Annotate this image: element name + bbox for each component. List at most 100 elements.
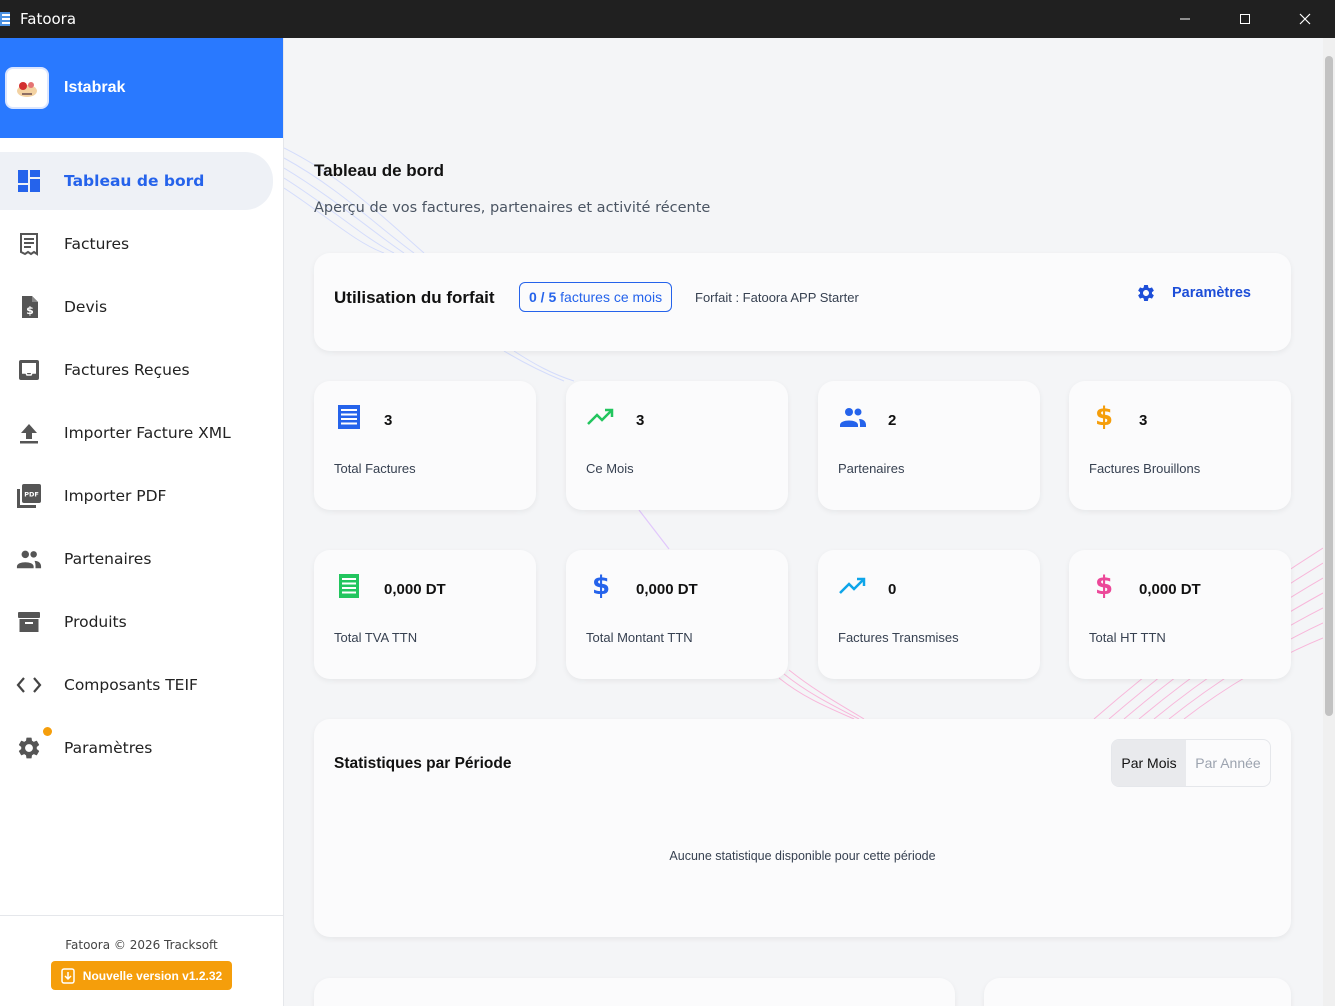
plan-usage-count: 0 / 5: [529, 289, 557, 305]
close-icon: [1299, 13, 1311, 25]
stat-label: Ce Mois: [586, 461, 634, 476]
stat-card-ce-mois: 3 Ce Mois: [566, 381, 788, 510]
stat-card-factures-brouillons: $ 3 Factures Brouillons: [1069, 381, 1291, 510]
sidebar-item-factures-recues[interactable]: Factures Reçues: [0, 341, 273, 399]
stat-value: 3: [636, 412, 645, 429]
update-version-label: Nouvelle version v1.2.32: [82, 968, 223, 983]
stat-label: Total Montant TTN: [586, 630, 693, 645]
company-logo: [5, 67, 49, 109]
stat-value: 3: [1139, 412, 1148, 429]
period-statistics-title: Statistiques par Période: [334, 755, 512, 772]
pdf-icon: PDF: [16, 483, 42, 509]
period-statistics-card: Statistiques par Période Par Mois Par An…: [314, 719, 1291, 937]
window-title: Fatoora: [20, 10, 77, 28]
people-icon: [839, 403, 867, 431]
sidebar-header: Istabrak: [0, 38, 283, 138]
sidebar-item-label: Devis: [64, 298, 108, 316]
quote-document-icon: $: [16, 294, 42, 320]
dollar-icon: $: [591, 571, 611, 601]
bottom-card: [314, 978, 955, 1006]
period-toggle: Par Mois Par Année: [1111, 739, 1271, 787]
update-version-button[interactable]: Nouvelle version v1.2.32: [50, 961, 233, 990]
trending-up-icon: [839, 572, 867, 600]
minimize-button[interactable]: [1155, 0, 1215, 38]
close-button[interactable]: [1275, 0, 1335, 38]
download-icon: [61, 967, 75, 984]
main-scrollbar[interactable]: [1323, 38, 1335, 1006]
sidebar-item-label: Produits: [64, 613, 127, 631]
list-document-icon: [335, 403, 363, 431]
sidebar-item-tableau-de-bord[interactable]: Tableau de bord: [0, 152, 273, 210]
stat-label: Partenaires: [838, 461, 905, 476]
toggle-par-mois[interactable]: Par Mois: [1112, 740, 1186, 786]
stat-label: Factures Brouillons: [1089, 461, 1201, 476]
toggle-par-annee[interactable]: Par Année: [1186, 740, 1270, 786]
sidebar-item-importer-xml[interactable]: Importer Facture XML: [0, 404, 273, 462]
stat-label: Total HT TTN: [1089, 630, 1166, 645]
sidebar-item-parametres[interactable]: Paramètres: [0, 719, 273, 777]
stat-value: 0: [888, 581, 897, 598]
minimize-icon: [1180, 18, 1190, 20]
page-subtitle: Aperçu de vos factures, partenaires et a…: [314, 200, 711, 216]
plan-settings-button[interactable]: Paramètres: [1136, 283, 1251, 303]
stat-card-total-montant-ttn: $ 0,000 DT Total Montant TTN: [566, 550, 788, 679]
stat-value: 0,000 DT: [636, 581, 698, 598]
stat-value: 2: [888, 412, 897, 429]
copyright-text: Fatoora © 2026 Tracksoft: [65, 938, 218, 952]
svg-text:PDF: PDF: [24, 491, 39, 499]
main-content: Tableau de bord Aperçu de vos factures, …: [284, 38, 1323, 1006]
stat-value: 0,000 DT: [384, 581, 446, 598]
stat-card-total-factures: 3 Total Factures: [314, 381, 536, 510]
sidebar-item-label: Composants TEIF: [64, 676, 198, 694]
sidebar-item-composants-teif[interactable]: Composants TEIF: [0, 656, 273, 714]
gear-icon: [16, 727, 52, 761]
scrollbar-thumb[interactable]: [1325, 56, 1333, 716]
stat-card-factures-transmises: 0 Factures Transmises: [818, 550, 1040, 679]
receipt-icon: [335, 572, 363, 600]
plan-settings-label: Paramètres: [1172, 285, 1251, 301]
sidebar-item-label: Paramètres: [64, 739, 153, 757]
stat-value: 0,000 DT: [1139, 581, 1201, 598]
code-icon: [16, 672, 42, 698]
sidebar-item-label: Tableau de bord: [64, 172, 205, 190]
stat-label: Total TVA TTN: [334, 630, 418, 645]
sidebar-item-devis[interactable]: $ Devis: [0, 278, 273, 336]
dashboard-icon: [16, 168, 42, 194]
stat-label: Total Factures: [334, 461, 416, 476]
stat-label: Factures Transmises: [838, 630, 959, 645]
maximize-button[interactable]: [1215, 0, 1275, 38]
sidebar-item-factures[interactable]: Factures: [0, 215, 273, 273]
sidebar-item-label: Importer PDF: [64, 487, 167, 505]
sidebar-item-label: Importer Facture XML: [64, 424, 231, 442]
maximize-icon: [1240, 14, 1250, 24]
sidebar-item-importer-pdf[interactable]: PDF Importer PDF: [0, 467, 273, 525]
stat-value: 3: [384, 412, 393, 429]
sidebar-item-label: Factures: [64, 235, 130, 253]
stat-card-partenaires: 2 Partenaires: [818, 381, 1040, 510]
stat-card-total-tva-ttn: 0,000 DT Total TVA TTN: [314, 550, 536, 679]
gear-icon: [1138, 284, 1154, 301]
app-icon: [0, 12, 10, 26]
sidebar-item-label: Partenaires: [64, 550, 152, 568]
sidebar-item-label: Factures Reçues: [64, 361, 190, 379]
sidebar-footer: Fatoora © 2026 Tracksoft Nouvelle versio…: [0, 915, 283, 1006]
plan-usage-text: factures ce mois: [560, 289, 663, 305]
sidebar: Istabrak Tableau de bord Factures $ Devi…: [0, 38, 284, 1006]
empty-state-message: Aucune statistique disponible pour cette…: [669, 849, 936, 863]
plan-usage-title: Utilisation du forfait: [334, 288, 495, 307]
title-bar: Fatoora: [0, 0, 1335, 38]
dollar-icon: $: [1094, 571, 1114, 601]
dollar-icon: $: [1094, 402, 1114, 432]
page-title: Tableau de bord: [314, 161, 445, 180]
plan-usage-chip: 0 / 5 factures ce mois: [519, 282, 673, 312]
company-name: Istabrak: [64, 79, 126, 96]
receipt-icon: [16, 231, 42, 257]
svg-text:$: $: [26, 304, 34, 317]
trending-up-icon: [587, 403, 615, 431]
plan-name: Forfait : Fatoora APP Starter: [695, 290, 859, 305]
upload-icon: [16, 420, 42, 446]
sidebar-item-partenaires[interactable]: Partenaires: [0, 530, 273, 588]
inbox-icon: [16, 357, 42, 383]
sidebar-item-produits[interactable]: Produits: [0, 593, 273, 651]
window-controls: [1155, 0, 1335, 38]
